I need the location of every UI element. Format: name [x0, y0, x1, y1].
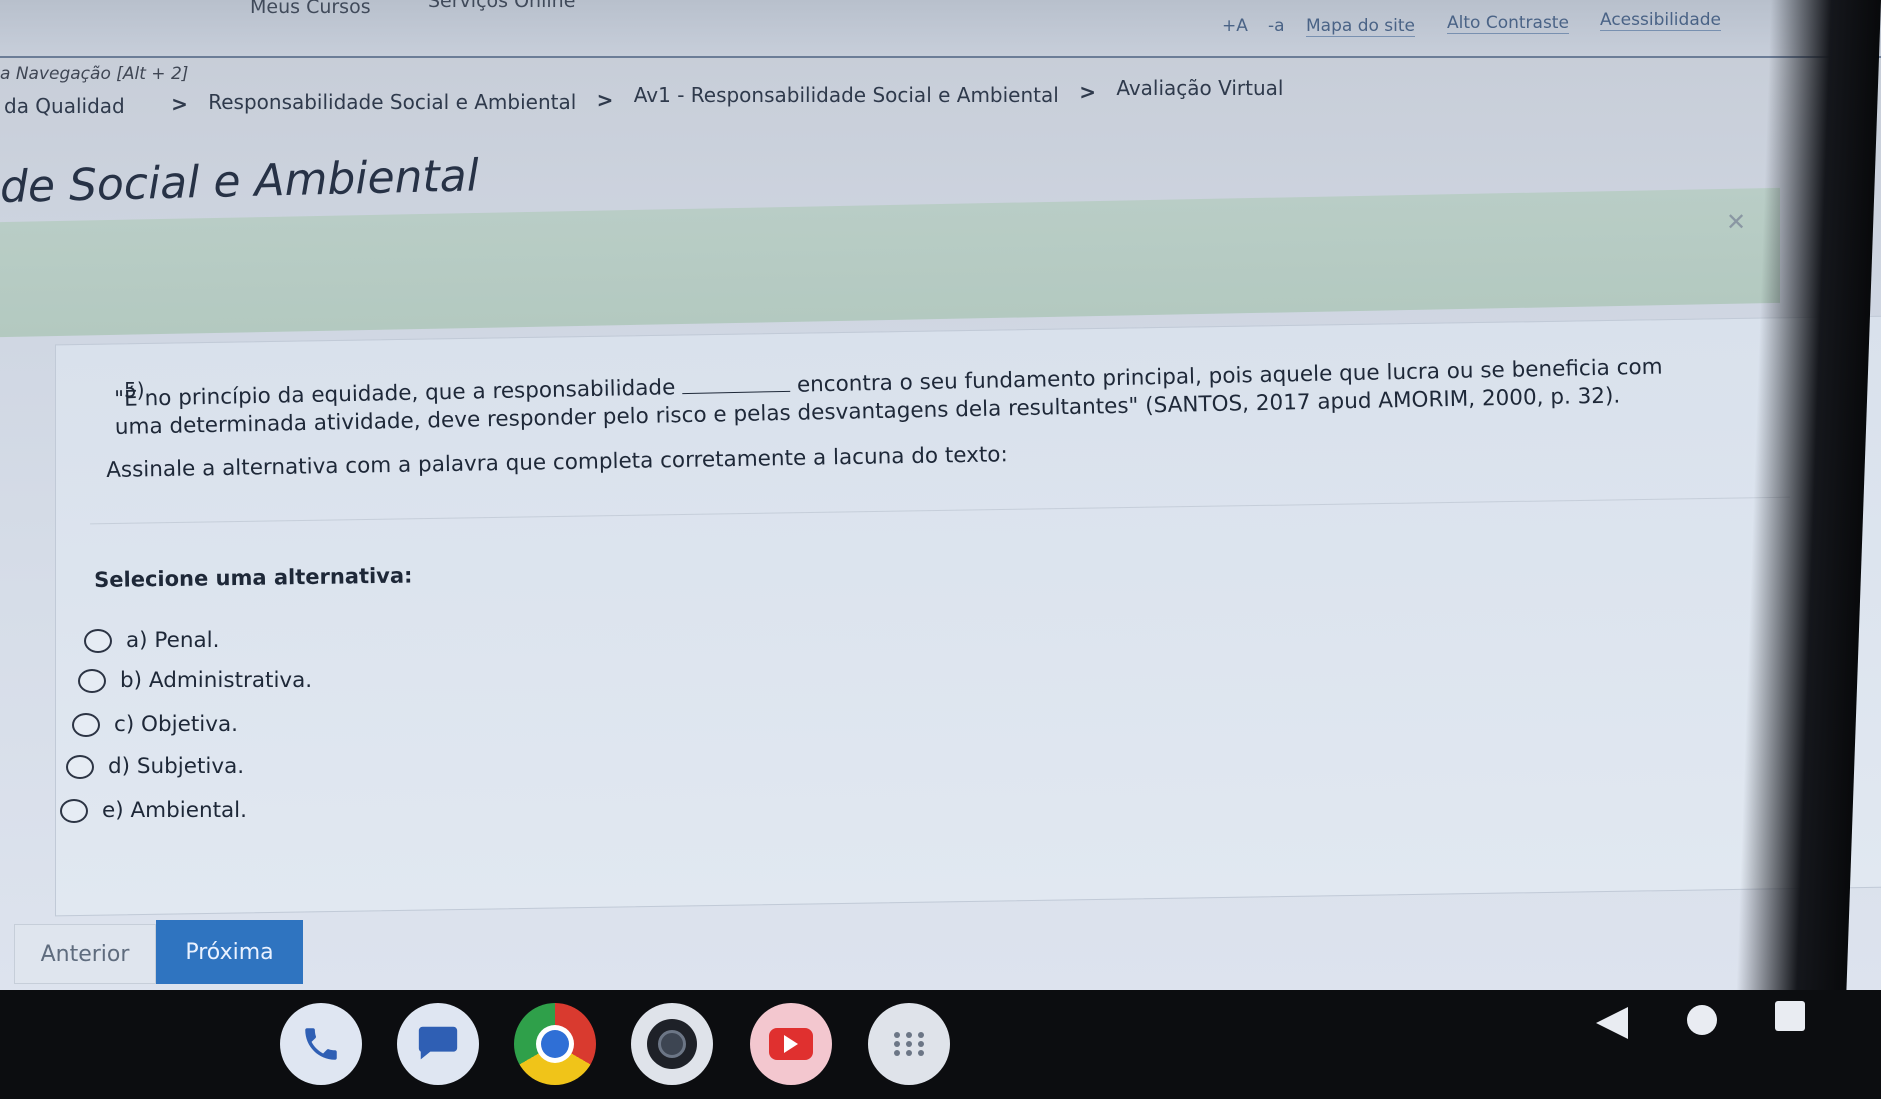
option-label: b) Administrativa.: [120, 668, 313, 693]
option-a[interactable]: a) Penal.: [84, 628, 219, 653]
app-drawer-icon[interactable]: [868, 1003, 950, 1085]
phone-icon[interactable]: [280, 1003, 362, 1085]
nav-meus-cursos[interactable]: Meus Cursos: [250, 0, 371, 18]
select-alternative-label: Selecione uma alternativa:: [94, 563, 413, 592]
breadcrumb-item-course[interactable]: da Qualidad: [4, 94, 125, 118]
option-c[interactable]: c) Objetiva.: [72, 712, 238, 737]
breadcrumb-separator: >: [1079, 80, 1096, 104]
breadcrumb-item-av1[interactable]: Av1 - Responsabilidade Social e Ambienta…: [634, 83, 1059, 107]
chrome-icon[interactable]: [514, 1003, 596, 1085]
skip-to-navigation-link[interactable]: a Navegação [Alt + 2]: [0, 64, 188, 84]
breadcrumb-item-subject[interactable]: Responsabilidade Social e Ambiental: [208, 90, 576, 114]
radio-icon[interactable]: [66, 754, 94, 779]
breadcrumb-separator: >: [171, 92, 188, 116]
breadcrumb-item-current: Avaliação Virtual: [1116, 76, 1284, 100]
option-d[interactable]: d) Subjetiva.: [66, 754, 244, 779]
radio-icon[interactable]: [72, 712, 100, 737]
notice-bar: [0, 187, 1780, 338]
radio-icon[interactable]: [60, 798, 88, 823]
option-label: c) Objetiva.: [114, 712, 238, 737]
nav-servicos-online[interactable]: Serviços Online: [428, 0, 575, 12]
high-contrast-link[interactable]: Alto Contraste: [1447, 13, 1569, 34]
browser-screen: Meus Cursos Serviços Online +A -a Mapa d…: [0, 0, 1881, 990]
option-e[interactable]: e) Ambiental.: [60, 798, 247, 823]
option-b[interactable]: b) Administrativa.: [78, 668, 312, 693]
option-label: a) Penal.: [126, 628, 220, 653]
messages-icon[interactable]: [397, 1003, 479, 1085]
option-label: d) Subjetiva.: [108, 754, 245, 779]
page-title: de Social e Ambiental: [0, 150, 480, 213]
decrease-font-button[interactable]: -a: [1268, 16, 1285, 36]
youtube-icon[interactable]: [750, 1003, 832, 1085]
question-blank: [682, 390, 791, 395]
option-label: e) Ambiental.: [102, 798, 247, 823]
home-icon[interactable]: [1684, 1002, 1720, 1038]
next-button[interactable]: Próxima: [156, 920, 303, 984]
recents-icon[interactable]: [1772, 998, 1808, 1034]
radio-icon[interactable]: [84, 628, 112, 653]
camera-icon[interactable]: [631, 1003, 713, 1085]
top-navigation-bar: Meus Cursos Serviços Online: [0, 0, 1881, 58]
breadcrumb: da Qualidad > Responsabilidade Social e …: [4, 76, 1283, 118]
radio-icon[interactable]: [78, 668, 106, 693]
breadcrumb-separator: >: [596, 88, 614, 112]
back-icon[interactable]: [1592, 1005, 1632, 1041]
accessibility-link[interactable]: Acessibilidade: [1600, 10, 1721, 31]
site-map-link[interactable]: Mapa do site: [1306, 16, 1415, 37]
previous-button[interactable]: Anterior: [14, 924, 156, 984]
increase-font-button[interactable]: +A: [1222, 16, 1248, 36]
close-icon[interactable]: ✕: [1726, 208, 1746, 236]
